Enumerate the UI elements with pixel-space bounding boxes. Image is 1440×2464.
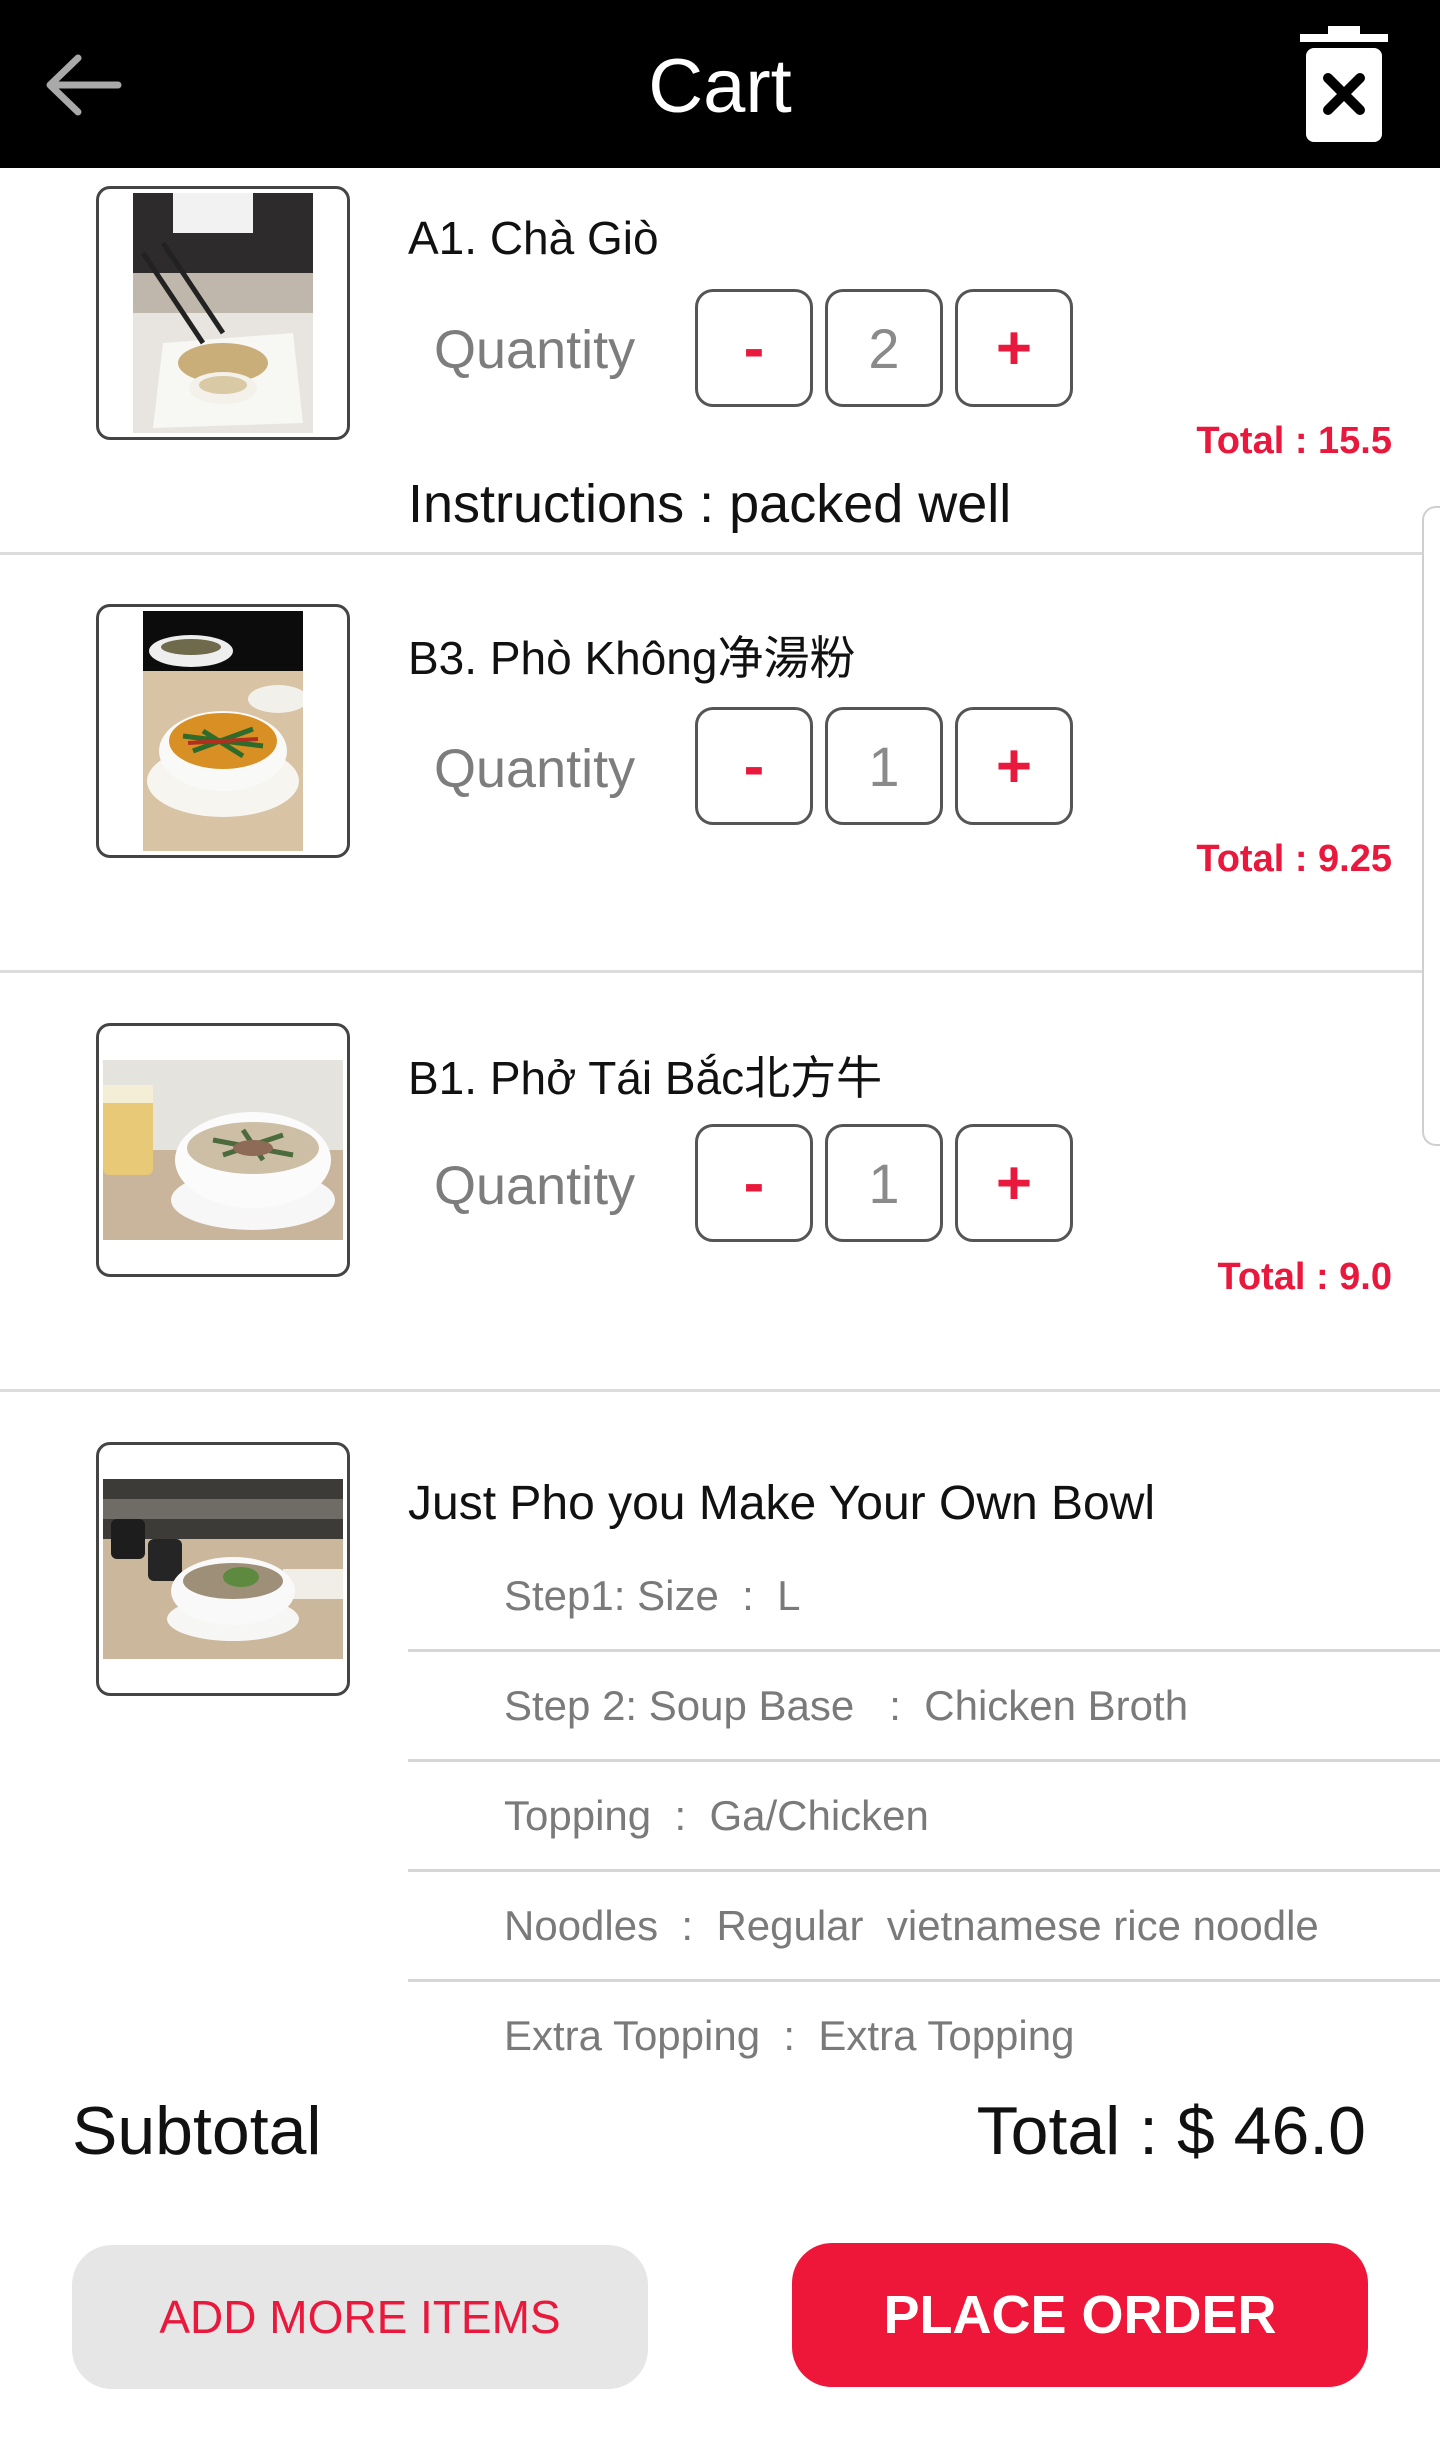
option-row: Step1: Size : L xyxy=(408,1542,1440,1652)
item-photo xyxy=(96,604,350,858)
decrease-quantity-button[interactable]: - xyxy=(695,707,813,825)
decrease-quantity-button[interactable]: - xyxy=(695,289,813,407)
quantity-label: Quantity xyxy=(434,739,636,799)
increase-quantity-button[interactable]: + xyxy=(955,707,1073,825)
item-total: Total : 15.5 xyxy=(1196,420,1392,462)
item-instructions: Instructions : packed well xyxy=(408,474,1012,534)
custom-bowl-item: Just Pho you Make Your Own Bowl Step1: S… xyxy=(0,1392,1440,2083)
subtotal-label: Subtotal xyxy=(72,2093,322,2169)
quantity-value: 1 xyxy=(825,1124,943,1242)
page-title: Cart xyxy=(648,44,792,129)
app-bar: Cart xyxy=(0,0,1440,168)
item-name: A1. Chà Giò xyxy=(408,212,659,264)
option-row: Step 2: Soup Base : Chicken Broth xyxy=(408,1652,1440,1762)
item-photo xyxy=(96,186,350,440)
cart-list[interactable]: A1. Chà Giò Quantity - 2 + Total : 15.5 … xyxy=(0,168,1440,2083)
option-text: Extra Topping : Extra Topping xyxy=(504,2012,1075,2059)
option-row: Extra Topping : Extra Topping xyxy=(408,1982,1440,2083)
scrollbar[interactable] xyxy=(1422,506,1440,1146)
option-text: Noodles : Regular vietnamese rice noodle xyxy=(504,1902,1319,1949)
cart-item: B1. Phở Tái Bắc北方牛 Quantity - 1 + Total … xyxy=(0,973,1440,1392)
item-total: Total : 9.0 xyxy=(1217,1256,1392,1298)
trash-x-icon xyxy=(1300,26,1388,142)
cart-item: A1. Chà Giò Quantity - 2 + Total : 15.5 … xyxy=(0,168,1440,555)
increase-quantity-button[interactable]: + xyxy=(955,289,1073,407)
decrease-quantity-button[interactable]: - xyxy=(695,1124,813,1242)
option-text: Topping : Ga/Chicken xyxy=(504,1792,929,1839)
item-total: Total : 9.25 xyxy=(1196,838,1392,880)
checkout-footer: Subtotal Total : $ 46.0 ADD MORE ITEMS P… xyxy=(0,2083,1440,2464)
increase-quantity-button[interactable]: + xyxy=(955,1124,1073,1242)
place-order-button[interactable]: PLACE ORDER xyxy=(792,2243,1368,2387)
quantity-value: 2 xyxy=(825,289,943,407)
item-name: Just Pho you Make Your Own Bowl xyxy=(408,1477,1156,1530)
option-row: Noodles : Regular vietnamese rice noodle xyxy=(408,1872,1440,1982)
item-name: B3. Phò Không净湯粉 xyxy=(408,632,856,684)
quantity-label: Quantity xyxy=(434,1156,636,1216)
add-more-items-button[interactable]: ADD MORE ITEMS xyxy=(72,2245,648,2389)
option-text: Step1: Size : L xyxy=(504,1572,801,1619)
grand-total: Total : $ 46.0 xyxy=(976,2093,1366,2169)
quantity-label: Quantity xyxy=(434,320,636,380)
item-photo xyxy=(96,1023,350,1277)
option-text: Step 2: Soup Base : Chicken Broth xyxy=(504,1682,1189,1729)
item-photo xyxy=(96,1442,350,1696)
quantity-value: 1 xyxy=(825,707,943,825)
option-row: Topping : Ga/Chicken xyxy=(408,1762,1440,1872)
cart-item: B3. Phò Không净湯粉 Quantity - 1 + Total : … xyxy=(0,555,1440,973)
clear-cart-button[interactable] xyxy=(1298,26,1390,144)
item-name: B1. Phở Tái Bắc北方牛 xyxy=(408,1052,883,1104)
